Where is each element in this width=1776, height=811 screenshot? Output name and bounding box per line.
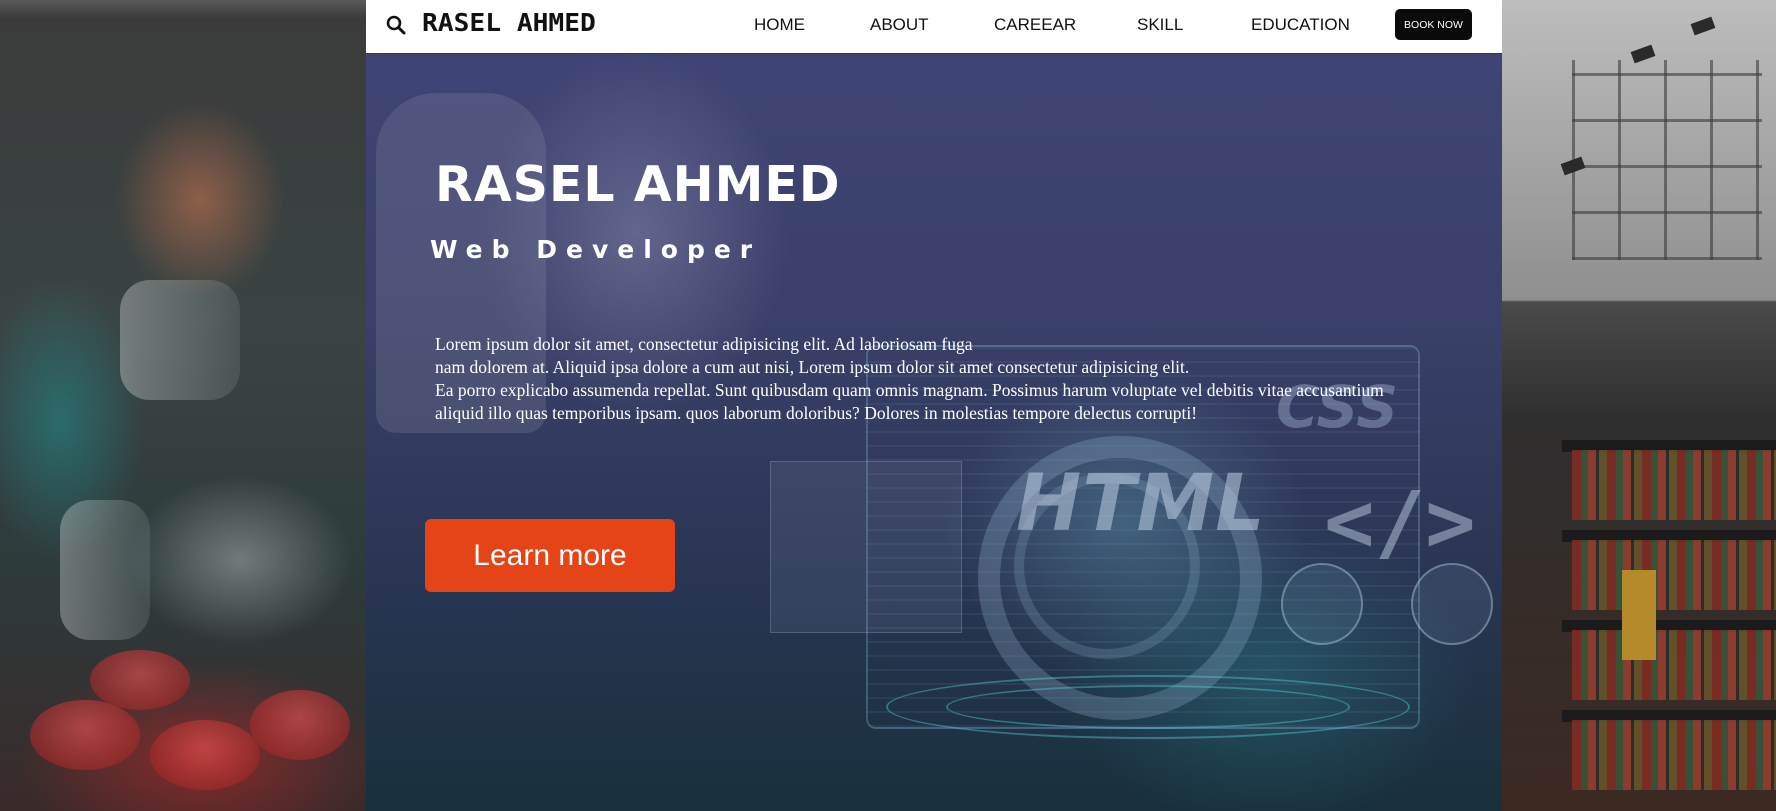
nav-about[interactable]: ABOUT: [870, 15, 929, 35]
books-row: [1572, 630, 1776, 700]
building-windows: [1572, 60, 1762, 260]
hero-description-line: nam dolorem at. Aliquid ipsa dolore a cu…: [435, 357, 1190, 377]
code-tag-watermark: </>: [1324, 473, 1476, 571]
search-icon[interactable]: [385, 14, 407, 36]
bottle-shape: [120, 280, 240, 400]
navbar: RASEL AHMED HOME ABOUT CAREEAR SKILL EDU…: [366, 0, 1502, 53]
books-row: [1572, 540, 1776, 610]
learn-more-button[interactable]: Learn more: [425, 519, 675, 592]
hero-description-line: Lorem ipsum dolor sit amet, consectetur …: [435, 334, 973, 354]
nav-education[interactable]: EDUCATION: [1251, 15, 1350, 35]
hero-description-line: Ea porro explicabo assumenda repellat. S…: [435, 380, 1384, 400]
book-now-button[interactable]: BOOK NOW: [1395, 9, 1472, 40]
books-row: [1572, 450, 1776, 520]
background-photo-right: [1502, 0, 1776, 811]
background-photo-left: [0, 0, 366, 811]
hero-description-line: aliquid illo quas temporibus ipsam. quos…: [435, 403, 1198, 423]
cup-shape: [250, 690, 350, 760]
brand-logo[interactable]: RASEL AHMED: [422, 8, 596, 37]
hero-title: RASEL AHMED: [435, 156, 841, 213]
cup-shape: [150, 720, 260, 790]
nav-skill[interactable]: SKILL: [1137, 15, 1183, 35]
holo-base: [946, 685, 1350, 729]
library-door: [1622, 570, 1656, 660]
graduation-cap-shape: [1690, 16, 1716, 36]
globe-icon: [1411, 563, 1493, 645]
nav-home[interactable]: HOME: [754, 15, 805, 35]
bottle-shape: [60, 500, 150, 640]
cup-shape: [90, 650, 190, 710]
hero-description: Lorem ipsum dolor sit amet, consectetur …: [435, 333, 1435, 425]
html-watermark: HTML: [1016, 459, 1266, 549]
nav-career[interactable]: CAREEAR: [994, 15, 1076, 35]
hero-section: HTML CSS </> RASEL AHMED Web Developer L…: [366, 53, 1502, 811]
globe-icon: [1281, 563, 1363, 645]
hero-subtitle: Web Developer: [430, 235, 762, 264]
books-row: [1572, 720, 1776, 790]
cup-shape: [30, 700, 140, 770]
background-pixel-panel: [770, 461, 962, 633]
